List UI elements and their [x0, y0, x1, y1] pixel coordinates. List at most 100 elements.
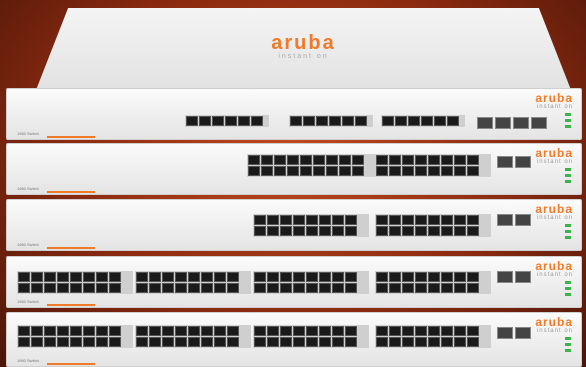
ethernet-port: [389, 337, 401, 347]
ethernet-port: [96, 337, 108, 347]
sfp-port: [497, 271, 513, 283]
sfp-cages: [497, 271, 531, 283]
ethernet-port: [149, 272, 161, 282]
ethernet-port: [376, 283, 388, 293]
ethernet-port: [293, 272, 305, 282]
status-leds: [565, 168, 571, 186]
ethernet-port: [136, 337, 148, 347]
port-group: [289, 115, 373, 127]
ethernet-port: [149, 337, 161, 347]
ethernet-port: [395, 116, 407, 126]
ethernet-port: [57, 326, 69, 336]
ethernet-port: [188, 326, 200, 336]
status-led: [565, 293, 571, 296]
status-led: [565, 281, 571, 284]
unit-logo: aruba instant on: [535, 202, 573, 221]
ethernet-port: [389, 155, 401, 165]
ethernet-port: [214, 272, 226, 282]
ethernet-port: [175, 337, 187, 347]
ethernet-port: [251, 116, 263, 126]
ethernet-port: [254, 226, 266, 236]
ethernet-port: [467, 337, 479, 347]
status-leds: [565, 281, 571, 299]
ethernet-port: [441, 283, 453, 293]
ethernet-port: [428, 272, 440, 282]
ethernet-port: [441, 226, 453, 236]
ethernet-port: [261, 155, 273, 165]
ethernet-port: [31, 337, 43, 347]
sfp-port: [515, 327, 531, 339]
switch-unit-2: aruba instant on 1960 Switch: [6, 143, 582, 195]
ethernet-port: [339, 166, 351, 176]
sfp-port: [477, 117, 493, 129]
ethernet-port: [441, 166, 453, 176]
ethernet-port: [313, 166, 325, 176]
model-label: 1960 Switch: [17, 186, 39, 191]
ethernet-port: [280, 226, 292, 236]
ethernet-port: [109, 272, 121, 282]
ethernet-port: [162, 272, 174, 282]
ethernet-port: [376, 337, 388, 347]
ethernet-port: [109, 283, 121, 293]
switch-unit-5: aruba instant on 1960 Switch: [6, 312, 582, 367]
ethernet-port: [415, 215, 427, 225]
ethernet-port: [376, 272, 388, 282]
ethernet-port: [332, 326, 344, 336]
ethernet-port: [248, 155, 260, 165]
ethernet-port: [467, 226, 479, 236]
ethernet-port: [319, 272, 331, 282]
sfp-port: [495, 117, 511, 129]
ethernet-port: [280, 337, 292, 347]
unit-logo: aruba instant on: [535, 91, 573, 110]
ethernet-port: [421, 116, 433, 126]
ethernet-port: [408, 116, 420, 126]
ethernet-port: [96, 272, 108, 282]
port-group: [381, 115, 465, 127]
ethernet-port: [306, 283, 318, 293]
ethernet-port: [345, 283, 357, 293]
ethernet-port: [300, 155, 312, 165]
port-group: [375, 154, 491, 177]
ethernet-port: [332, 337, 344, 347]
ethernet-port: [467, 166, 479, 176]
orange-stripe: [47, 136, 95, 138]
ethernet-port: [332, 215, 344, 225]
ethernet-port: [136, 326, 148, 336]
ethernet-port: [70, 272, 82, 282]
port-group: [253, 214, 369, 237]
ethernet-port: [467, 272, 479, 282]
ethernet-port: [44, 326, 56, 336]
ethernet-port: [319, 337, 331, 347]
port-group: [17, 271, 133, 294]
ethernet-port: [402, 337, 414, 347]
ethernet-port: [227, 326, 239, 336]
ethernet-port: [175, 272, 187, 282]
status-led: [565, 113, 571, 116]
port-group: [253, 271, 369, 294]
ethernet-port: [389, 326, 401, 336]
ethernet-port: [454, 272, 466, 282]
ethernet-port: [261, 166, 273, 176]
ethernet-port: [287, 155, 299, 165]
ethernet-port: [428, 283, 440, 293]
sfp-port: [513, 117, 529, 129]
ethernet-port: [201, 337, 213, 347]
port-group: [185, 115, 269, 127]
ethernet-port: [267, 283, 279, 293]
ethernet-port: [70, 326, 82, 336]
ethernet-port: [280, 326, 292, 336]
status-leds: [565, 113, 571, 131]
orange-stripe: [47, 363, 95, 365]
ethernet-port: [18, 326, 30, 336]
port-group: [135, 325, 251, 348]
ethernet-port: [227, 272, 239, 282]
ethernet-port: [162, 337, 174, 347]
switch-unit-4: aruba instant on 1960 Switch: [6, 256, 582, 308]
ethernet-port: [83, 283, 95, 293]
sfp-port: [497, 214, 513, 226]
port-group: [375, 325, 491, 348]
ethernet-port: [109, 337, 121, 347]
ethernet-port: [306, 226, 318, 236]
ethernet-port: [306, 337, 318, 347]
ethernet-port: [313, 155, 325, 165]
